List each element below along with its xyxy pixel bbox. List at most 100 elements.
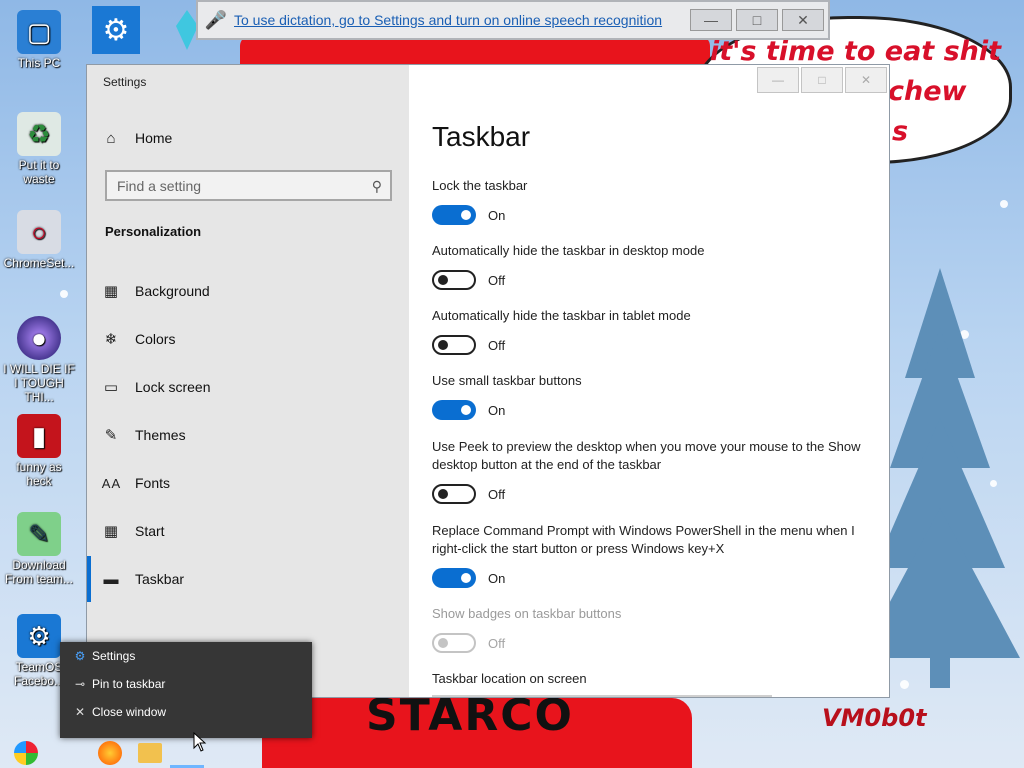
option-label: Automatically hide the taskbar in deskto… (432, 243, 705, 258)
nav-home[interactable]: ⌂ Home (87, 115, 409, 161)
jumplist-close[interactable]: ✕ Close window (60, 698, 312, 726)
desktop-icon-this-pc[interactable]: ▢ This PC (2, 10, 76, 70)
font-icon: A A (101, 475, 121, 491)
gear-icon: ⚙ (17, 614, 61, 658)
toggle-state: On (488, 207, 506, 223)
window-title: Settings (103, 75, 147, 89)
option-powershell: Replace Command Prompt with Windows Powe… (432, 522, 862, 588)
jumplist-label: Pin to taskbar (92, 677, 166, 691)
settings-window: Settings ⌂ Home Find a setting ⚲ Persona… (86, 64, 890, 698)
nav-label: Colors (135, 331, 176, 347)
windows-logo-icon (14, 741, 38, 765)
desktop-icon-label: funny as heck (16, 460, 62, 488)
option-peek: Use Peek to preview the desktop when you… (432, 438, 862, 504)
nav-lock-screen[interactable]: ▭ Lock screen (87, 364, 409, 410)
notepad-icon: ✎ (17, 512, 61, 556)
toggle-switch[interactable] (432, 205, 476, 225)
gear-icon[interactable]: ⚙ (92, 6, 140, 54)
taskbar-firefox[interactable] (98, 741, 122, 765)
nav-colors[interactable]: ❄ Colors (87, 316, 409, 362)
bubble-text-line2: chew (888, 76, 967, 107)
option-label: Lock the taskbar (432, 178, 528, 193)
desktop-icon-label: ChromeSet... (3, 256, 75, 270)
dictation-toolbar: 🎤 To use dictation, go to Settings and t… (196, 0, 830, 40)
desktop-icon-funny[interactable]: ▮ funny as heck (2, 414, 76, 488)
section-title: Personalization (105, 224, 202, 239)
desktop-icon-download[interactable]: ✎ Download From team... (2, 512, 76, 586)
signature-text: VM0b0t (822, 704, 927, 732)
nav-label: Fonts (135, 475, 171, 491)
search-icon: ⚲ (371, 178, 382, 194)
desktop-icon-label: Download From team... (4, 558, 73, 586)
palette-icon: ❄ (104, 331, 118, 348)
close-icon: ✕ (74, 705, 86, 719)
option-badges: Show badges on taskbar buttons Off (432, 605, 862, 653)
toggle-switch[interactable] (432, 568, 476, 588)
nav-taskbar[interactable]: ▬ Taskbar (87, 556, 409, 602)
toggle-state: Off (488, 337, 506, 353)
red-art-top (240, 36, 710, 66)
option-autohide-tablet: Automatically hide the taskbar in tablet… (432, 307, 862, 355)
gear-icon: ⚙ (74, 649, 86, 663)
start-button[interactable] (8, 738, 44, 768)
nav-background[interactable]: ▦ Background (87, 268, 409, 314)
option-label: Taskbar location on screen (432, 671, 587, 686)
toggle-switch (432, 633, 476, 653)
mouse-cursor (193, 732, 207, 752)
home-icon: ⌂ (106, 129, 116, 147)
desktop-icon-recycle-bin[interactable]: ♻ Put it to waste (2, 112, 76, 186)
option-label: Use small taskbar buttons (432, 373, 582, 388)
jumplist-pin[interactable]: ⊸ Pin to taskbar (60, 670, 312, 698)
toggle-switch[interactable] (432, 400, 476, 420)
close-icon: ✕ (797, 11, 809, 28)
bubble-text-line3: s (892, 116, 909, 147)
option-small-buttons: Use small taskbar buttons On (432, 372, 862, 420)
nav-label: Taskbar (135, 571, 185, 587)
taskbar-icon: ▬ (103, 570, 119, 588)
gem-icon[interactable] (176, 10, 198, 50)
desktop-icon-label: This PC (17, 56, 61, 70)
toggle-state: On (488, 570, 506, 586)
nav-themes[interactable]: ✎ Themes (87, 412, 409, 458)
setup-disc-icon: ○ (17, 210, 61, 254)
toggle-state: Off (488, 272, 506, 288)
jumplist-label: Close window (92, 705, 167, 719)
desktop-icon-label: I WILL DIE IF I TOUGH THI... (3, 362, 75, 404)
toggle-switch[interactable] (432, 335, 476, 355)
nav-label: Background (135, 283, 210, 299)
nav-fonts[interactable]: A A Fonts (87, 460, 409, 506)
jumplist-settings[interactable]: ⚙ Settings (60, 642, 312, 670)
option-label: Automatically hide the taskbar in tablet… (432, 308, 691, 323)
search-input[interactable]: Find a setting ⚲ (105, 170, 392, 201)
jump-list: ⚙ Settings ⊸ Pin to taskbar ✕ Close wind… (60, 642, 312, 738)
toggle-switch[interactable] (432, 270, 476, 290)
settings-content: Taskbar Lock the taskbar On Automaticall… (432, 65, 872, 697)
picture-icon: ▦ (103, 283, 119, 300)
desktop-icon-chromeset[interactable]: ○ ChromeSet... (2, 210, 76, 270)
option-autohide-desktop: Automatically hide the taskbar in deskto… (432, 242, 862, 290)
computer-icon: ▢ (17, 10, 61, 54)
maximize-icon: □ (752, 12, 762, 28)
option-label: Show badges on taskbar buttons (432, 606, 622, 621)
nav-start[interactable]: ▦ Start (87, 508, 409, 554)
microphone-icon[interactable]: 🎤 (198, 10, 234, 31)
location-dropdown[interactable] (432, 695, 772, 697)
taskbar-explorer[interactable] (138, 743, 162, 763)
desktop-icon-label: Put it to waste (18, 158, 60, 186)
jumplist-label: Settings (92, 649, 136, 663)
toggle-state: On (488, 402, 506, 418)
recycle-bin-icon: ♻ (17, 112, 61, 156)
monitor-icon: ▭ (103, 379, 119, 396)
dictation-settings-link[interactable]: To use dictation, go to Settings and tur… (234, 12, 690, 28)
toggle-state: Off (488, 635, 506, 651)
minimize-button[interactable]: — (690, 9, 732, 31)
settings-sidebar: Settings ⌂ Home Find a setting ⚲ Persona… (87, 65, 409, 697)
desktop-icon-die[interactable]: ● I WILL DIE IF I TOUGH THI... (2, 316, 76, 404)
maximize-button[interactable]: □ (736, 9, 778, 31)
book-icon: ▮ (17, 414, 61, 458)
page-title: Taskbar (432, 121, 531, 152)
nav-label: Lock screen (135, 379, 211, 395)
close-button[interactable]: ✕ (782, 9, 824, 31)
start-grid-icon: ▦ (103, 523, 119, 540)
toggle-switch[interactable] (432, 484, 476, 504)
